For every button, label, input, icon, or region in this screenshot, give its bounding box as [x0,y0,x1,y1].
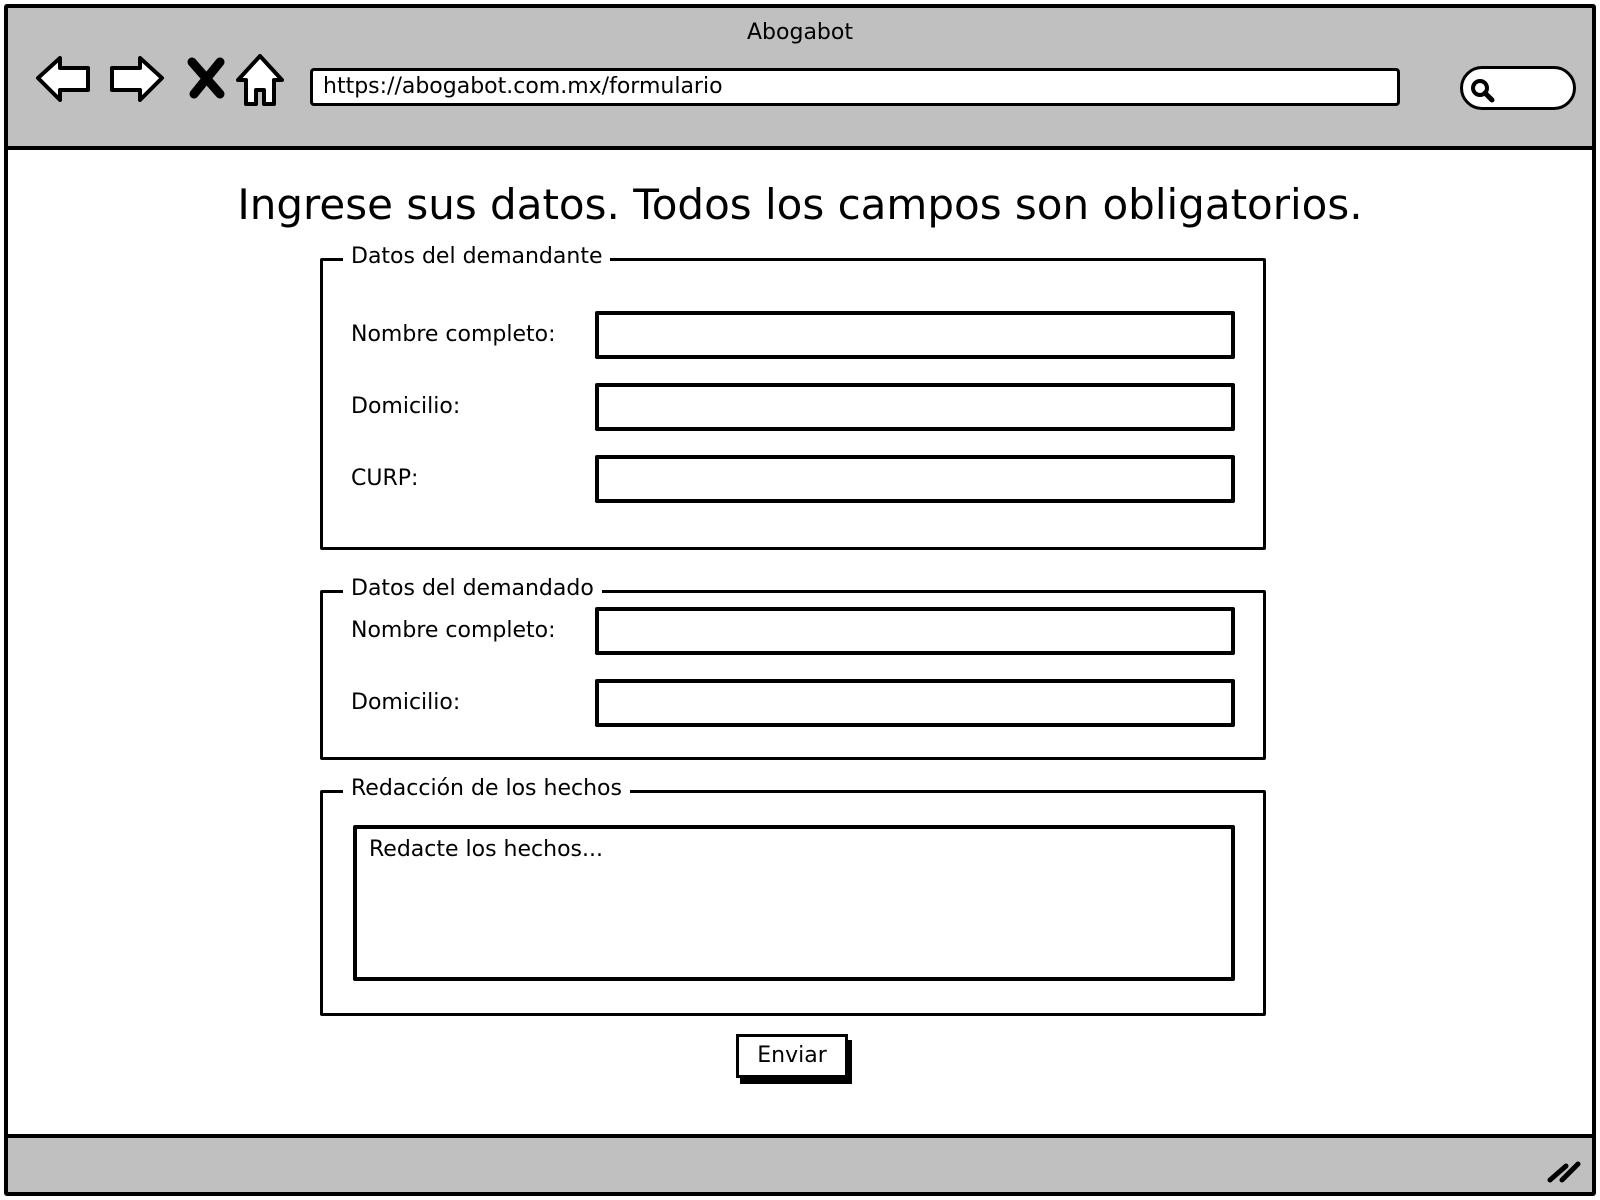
demandado-domicilio-label: Domicilio: [351,690,461,715]
home-icon[interactable] [234,50,286,110]
browser-window: Abogabot https://abogabot.com.mx/formula… [4,4,1596,1196]
demandante-nombre-input[interactable] [595,311,1235,359]
hechos-textarea[interactable]: Redacte los hechos... [353,825,1235,981]
demandante-legend: Datos del demandante [343,243,611,271]
search-icon [1471,79,1495,103]
demandado-fieldset: Datos del demandado Nombre completo: Dom… [320,575,1266,760]
browser-statusbar [8,1134,1592,1192]
page-content: Ingrese sus datos. Todos los campos son … [8,150,1592,1134]
demandante-curp-label: CURP: [351,466,419,491]
hechos-legend: Redacción de los hechos [343,775,630,803]
demandado-nombre-label: Nombre completo: [351,618,556,643]
demandado-legend: Datos del demandado [343,575,602,603]
window-title: Abogabot [747,20,853,45]
demandante-fieldset: Datos del demandante Nombre completo: Do… [320,243,1266,550]
demandante-nombre-label: Nombre completo: [351,322,556,347]
submit-button[interactable]: Enviar [736,1034,848,1078]
close-x-icon[interactable] [184,50,228,110]
resize-grip-icon[interactable] [1544,1150,1584,1186]
demandado-nombre-input[interactable] [595,607,1235,655]
browser-titlebar: Abogabot https://abogabot.com.mx/formula… [8,8,1592,150]
demandante-curp-input[interactable] [595,455,1235,503]
submit-button-wrapper: Enviar [736,1034,854,1084]
page-heading: Ingrese sus datos. Todos los campos son … [237,180,1363,229]
demandante-domicilio-input[interactable] [595,383,1235,431]
demandado-domicilio-input[interactable] [595,679,1235,727]
back-arrow-icon[interactable] [34,50,94,110]
address-bar[interactable]: https://abogabot.com.mx/formulario [310,68,1400,106]
demandante-domicilio-label: Domicilio: [351,394,461,419]
hechos-fieldset: Redacción de los hechos Redacte los hech… [320,775,1266,1016]
browser-search-field[interactable] [1460,66,1576,110]
forward-arrow-icon[interactable] [106,50,166,110]
